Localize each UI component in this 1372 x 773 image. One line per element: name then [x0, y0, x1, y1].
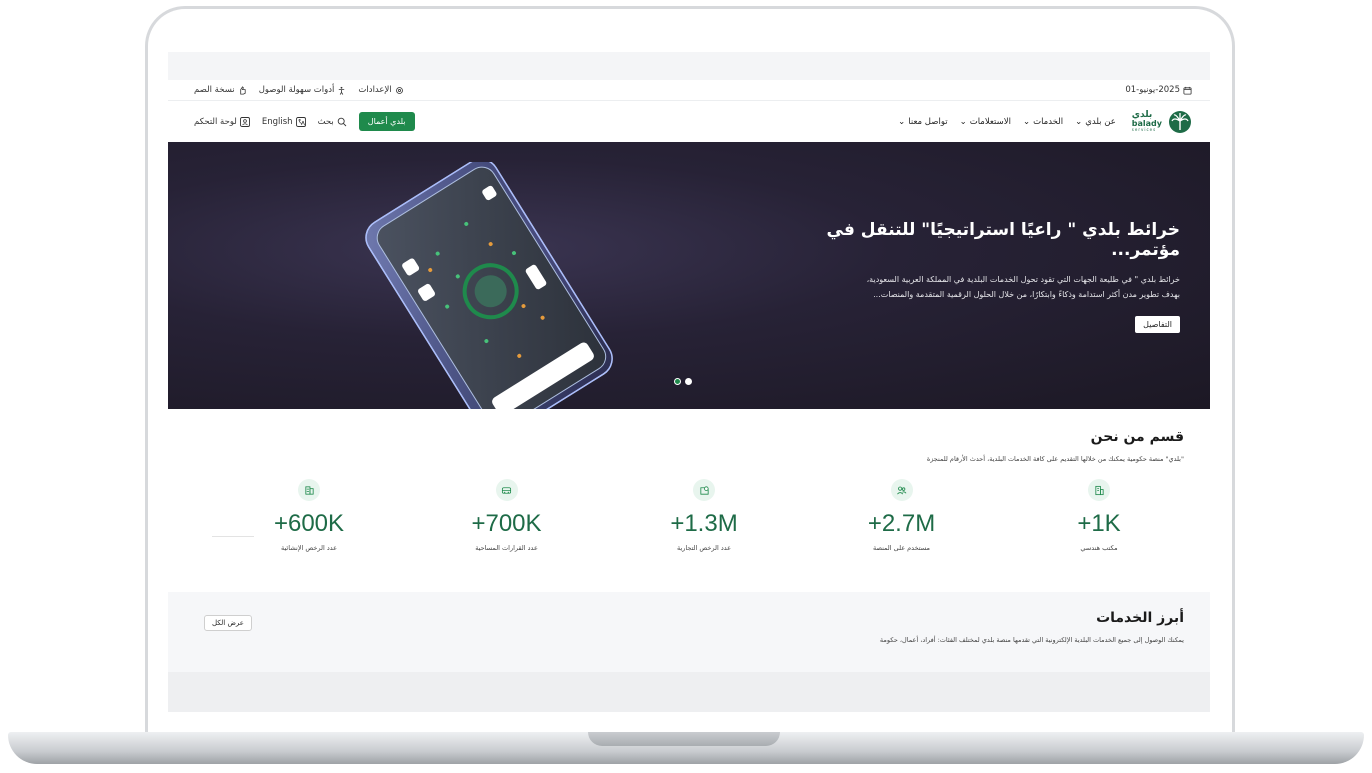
bottom-gray-band — [168, 672, 1210, 712]
utility-date: 2025-يونيو-01 — [1125, 85, 1192, 95]
language-label: English — [261, 116, 293, 127]
stat-value: +2.7M — [867, 510, 936, 537]
menu-about[interactable]: عن بلدي ⌄ — [1075, 117, 1116, 127]
stat-value: +1K — [1077, 510, 1121, 537]
date-item: 2025-يونيو-01 — [1125, 85, 1192, 95]
chevron-down-icon: ⌄ — [1022, 116, 1031, 127]
about-title: قسم من نحن — [1090, 429, 1184, 445]
palm-logo-icon — [1169, 110, 1191, 133]
menu-services[interactable]: الخدمات ⌄ — [1023, 117, 1063, 127]
language-link[interactable]: English — [262, 117, 306, 127]
menu-inquiries-label: الاستعلامات — [969, 116, 1011, 127]
carousel-dots — [674, 378, 692, 385]
balady-business-button[interactable]: بلدي أعمال — [358, 112, 415, 131]
hero-title: خرائط بلدي " راعيًا استراتيجيًا" للتنقل … — [826, 220, 1180, 260]
stat-icon-wrap — [693, 479, 715, 501]
hero-text: خرائط بلدي " راعيًا استراتيجيًا" للتنقل … — [760, 220, 1180, 333]
stats-row: +1K مكتب هندسي +2.7M مستخدم على المنصة +… — [194, 479, 1184, 552]
stat-value: +600K — [273, 510, 345, 537]
search-icon — [337, 117, 347, 126]
chevron-down-icon: ⌄ — [898, 116, 906, 127]
stat-survey-decisions: +700K عدد القرارات المساحية — [422, 479, 592, 552]
logo-sub: services — [1131, 127, 1157, 132]
menu-contact[interactable]: تواصل معنا ⌄ — [898, 117, 947, 127]
survey-icon — [501, 486, 512, 494]
carousel-dot-1[interactable] — [674, 378, 681, 385]
license-icon — [699, 485, 709, 495]
gear-icon — [395, 86, 403, 94]
dashboard-link[interactable]: لوحة التحكم — [194, 117, 250, 127]
chevron-down-icon: ⌄ — [959, 116, 967, 127]
stat-commercial-licenses: +1.3M عدد الرخص التجارية — [619, 479, 789, 552]
stat-label: مكتب هندسي — [1080, 544, 1118, 552]
stat-icon-wrap — [1088, 479, 1110, 501]
calendar-icon — [1183, 86, 1192, 95]
utility-links: الإعدادات أدوات سهولة الوصول نسخة الصم — [194, 85, 404, 95]
hero-banner: خرائط بلدي " راعيًا استراتيجيًا" للتنقل … — [168, 142, 1210, 409]
users-icon — [897, 486, 907, 494]
stat-value: +700K — [471, 510, 542, 537]
hero-description-line2: بهدف تطوير مدن أكثر استدامة وذكاءً وابتك… — [873, 290, 1180, 299]
construction-icon — [304, 485, 314, 495]
stat-label: عدد الرخص الإنشائية — [280, 544, 338, 552]
sign-language-link[interactable]: نسخة الصم — [194, 85, 247, 95]
search-link[interactable]: بحث — [318, 117, 347, 127]
nav-right-group: بلدي balady services عن بلدي ⌄ الخدمات ⌄ ا… — [898, 110, 1192, 134]
accessibility-icon — [339, 86, 345, 95]
balady-logo[interactable]: بلدي balady services — [1132, 110, 1192, 134]
menu-about-label: عن بلدي — [1085, 116, 1116, 127]
services-description: يمكنك الوصول إلى جميع الخدمات البلدية ال… — [879, 636, 1184, 644]
about-description: "بلدي" منصة حكومية يمكنك من خلالها التقد… — [926, 455, 1184, 463]
logo-text: بلدي balady services — [1132, 111, 1162, 132]
main-navbar: بلدي balady services عن بلدي ⌄ الخدمات ⌄ ا… — [168, 101, 1210, 142]
stat-platform-users: +2.7M مستخدم على المنصة — [817, 479, 987, 552]
sign-language-label: نسخة الصم — [194, 85, 235, 95]
stat-icon-wrap — [298, 479, 320, 501]
utility-bar: 2025-يونيو-01 الإعدادات أدوات سهولة الوص… — [168, 80, 1210, 101]
current-date: 2025-يونيو-01 — [1125, 85, 1180, 95]
hero-description: خرائط بلدي " في طليعة الجهات التي تقود ت… — [760, 272, 1180, 302]
about-section: قسم من نحن "بلدي" منصة حكومية يمكنك من خ… — [168, 409, 1210, 592]
stat-label: عدد القرارات المساحية — [475, 544, 538, 552]
settings-link[interactable]: الإعدادات — [358, 85, 403, 95]
laptop-notch — [588, 732, 780, 746]
view-all-button[interactable]: عرض الكل — [204, 615, 252, 631]
chevron-down-icon: ⌄ — [1075, 116, 1083, 127]
nav-left-group: بلدي أعمال بحث English لوحة التحكم — [194, 112, 415, 131]
menu-contact-label: تواصل معنا — [908, 116, 948, 127]
translate-icon — [295, 116, 306, 127]
stat-label: عدد الرخص التجارية — [676, 544, 732, 552]
stat-icon-wrap — [495, 479, 518, 501]
divider — [212, 536, 254, 537]
main-menu: عن بلدي ⌄ الخدمات ⌄ الاستعلامات ⌄ تواصل معن… — [898, 117, 1116, 127]
building-icon — [1094, 485, 1104, 495]
settings-label: الإعدادات — [358, 85, 392, 95]
accessibility-link[interactable]: أدوات سهولة الوصول — [259, 85, 347, 95]
search-label: بحث — [317, 116, 334, 127]
phone-illustration — [365, 162, 613, 409]
stat-construction-licenses: +600K عدد الرخص الإنشائية — [224, 479, 394, 552]
sign-language-icon — [239, 85, 246, 95]
accessibility-label: أدوات سهولة الوصول — [258, 85, 335, 95]
carousel-dot-2[interactable] — [685, 378, 692, 385]
stat-icon-wrap — [890, 479, 913, 501]
menu-inquiries[interactable]: الاستعلامات ⌄ — [960, 117, 1011, 127]
hero-details-button[interactable]: التفاصيل — [1135, 316, 1180, 333]
services-title: أبرز الخدمات — [1096, 610, 1184, 626]
top-gray-band — [168, 52, 1210, 80]
stat-label: مستخدم على المنصة — [872, 544, 931, 552]
menu-services-label: الخدمات — [1033, 116, 1064, 127]
hero-description-line1: خرائط بلدي " في طليعة الجهات التي تقود ت… — [866, 275, 1180, 284]
services-section: أبرز الخدمات يمكنك الوصول إلى جميع الخدم… — [168, 592, 1210, 672]
dashboard-label: لوحة التحكم — [194, 116, 237, 127]
user-card-icon — [239, 116, 250, 127]
browser-screen: 2025-يونيو-01 الإعدادات أدوات سهولة الوص… — [168, 52, 1210, 712]
stat-engineering-offices: +1K مكتب هندسي — [1014, 479, 1184, 552]
stat-value: +1.3M — [670, 510, 738, 537]
